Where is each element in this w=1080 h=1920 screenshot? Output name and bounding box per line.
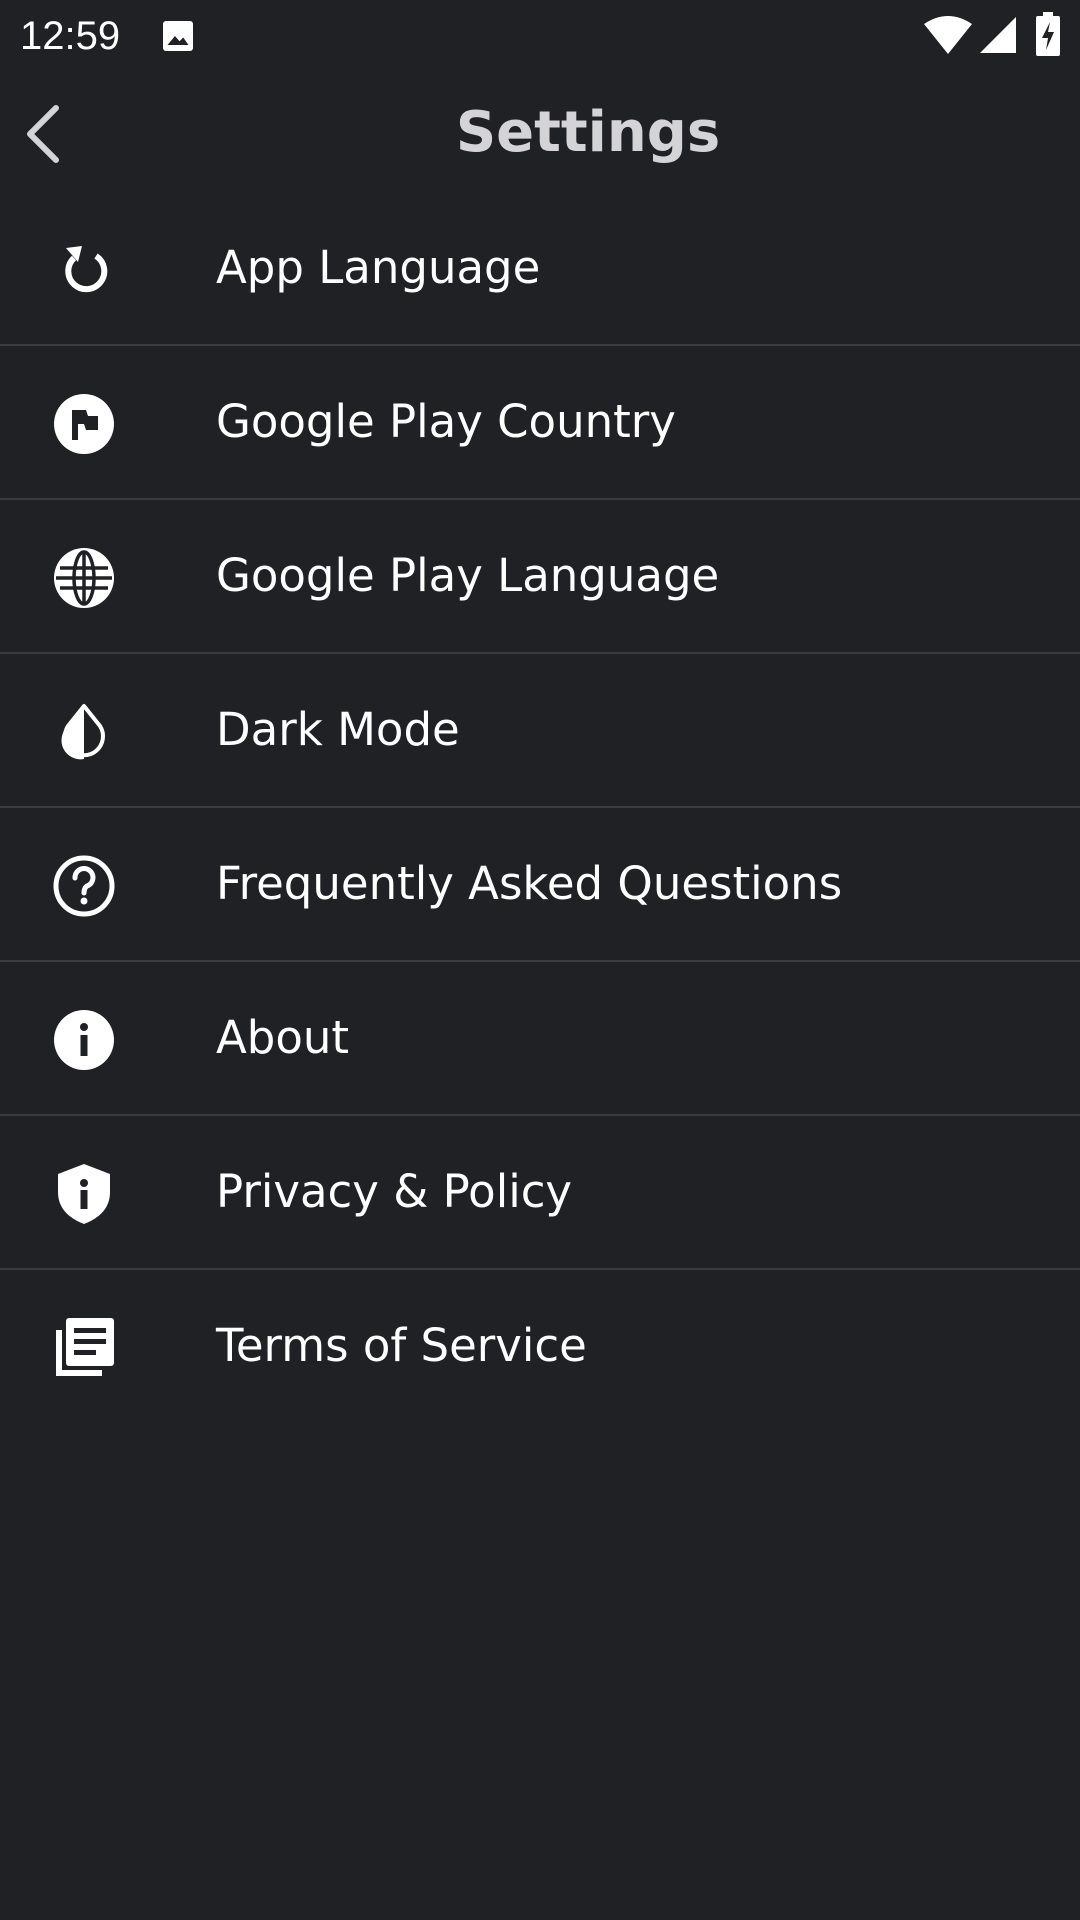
settings-item-dark-mode[interactable]: Dark Mode bbox=[0, 654, 1080, 808]
settings-item-google-play-country[interactable]: Google Play Country bbox=[0, 346, 1080, 500]
status-bar: 12:59 bbox=[0, 0, 1080, 72]
settings-item-label: Privacy & Policy bbox=[216, 1165, 573, 1218]
settings-item-privacy-policy[interactable]: Privacy & Policy bbox=[0, 1116, 1080, 1270]
refresh-icon bbox=[65, 246, 108, 293]
page-title: Settings bbox=[455, 100, 721, 165]
settings-item-about[interactable]: About bbox=[0, 962, 1080, 1116]
document-stack-icon bbox=[56, 1318, 114, 1376]
shield-icon bbox=[58, 1164, 110, 1224]
settings-item-faq[interactable]: Frequently Asked Questions bbox=[0, 808, 1080, 962]
settings-item-app-language[interactable]: App Language bbox=[0, 192, 1080, 346]
settings-item-label: About bbox=[216, 1011, 350, 1064]
info-icon bbox=[54, 1010, 114, 1070]
settings-item-google-play-language[interactable]: Google Play Language bbox=[0, 500, 1080, 654]
signal-icon bbox=[980, 17, 1016, 53]
contrast-drop-icon bbox=[61, 704, 105, 760]
settings-item-label: Google Play Language bbox=[216, 549, 720, 602]
settings-item-label: Frequently Asked Questions bbox=[216, 857, 843, 910]
settings-item-label: App Language bbox=[216, 241, 541, 294]
status-time: 12:59 bbox=[20, 14, 121, 58]
help-circle-icon bbox=[53, 855, 115, 917]
settings-item-label: Terms of Service bbox=[216, 1319, 587, 1372]
globe-icon bbox=[54, 548, 114, 608]
settings-item-label: Google Play Country bbox=[216, 395, 676, 448]
wifi-icon bbox=[924, 16, 972, 54]
settings-list: App Language Google Play Country Google … bbox=[0, 192, 1080, 1422]
battery-charging-icon bbox=[1036, 12, 1060, 56]
app-bar: Settings bbox=[0, 72, 1080, 192]
settings-item-terms-of-service[interactable]: Terms of Service bbox=[0, 1270, 1080, 1422]
flag-icon bbox=[54, 394, 114, 454]
image-icon bbox=[163, 21, 193, 51]
settings-item-label: Dark Mode bbox=[216, 703, 460, 756]
